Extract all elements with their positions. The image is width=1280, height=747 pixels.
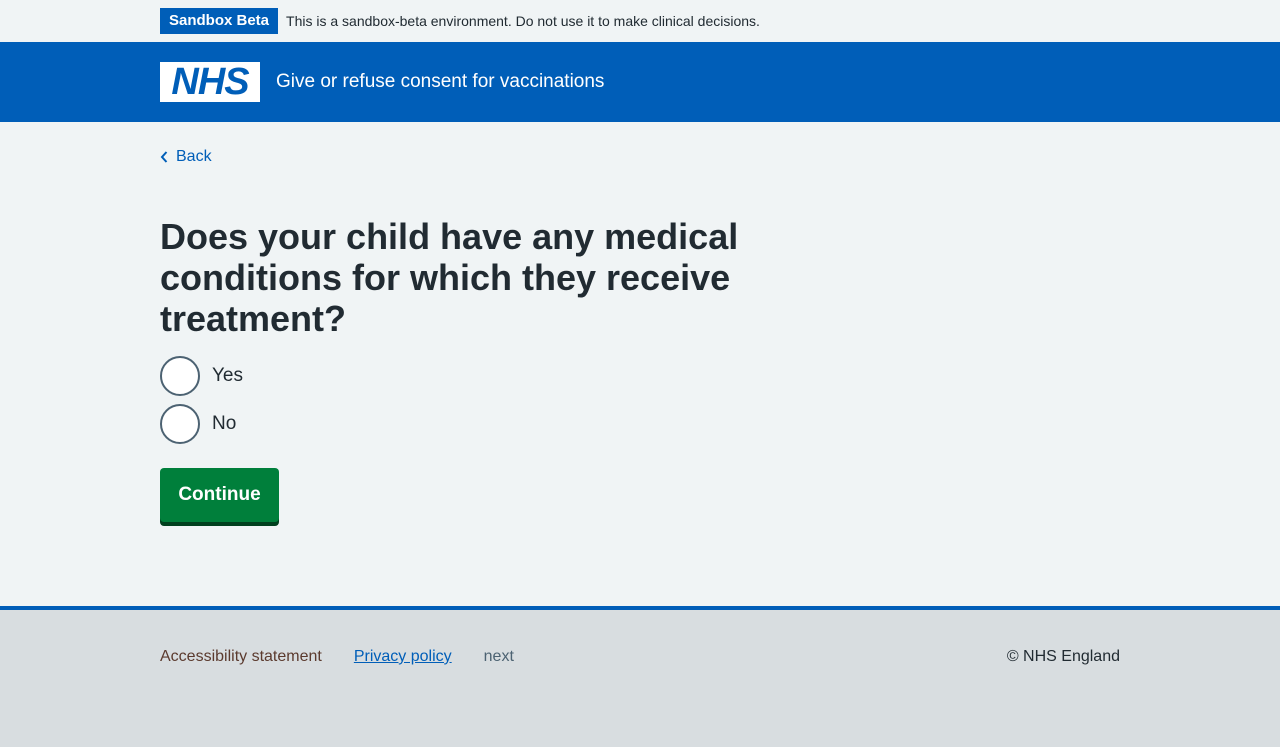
- back-link[interactable]: Back: [160, 148, 212, 166]
- footer-links: Accessibility statement Privacy policy n…: [160, 648, 514, 666]
- nhs-logo[interactable]: NHS: [160, 62, 260, 102]
- question-heading: Does your child have any medical conditi…: [160, 216, 739, 339]
- nhs-logo-text: NHS: [171, 61, 249, 103]
- back-link-label: Back: [176, 148, 212, 165]
- radio-label-yes[interactable]: Yes: [212, 365, 243, 387]
- footer-copyright: © NHS England: [1006, 648, 1120, 665]
- radio-label-no[interactable]: No: [212, 413, 236, 435]
- footer-link-next[interactable]: next: [484, 648, 514, 666]
- footer-link-accessibility[interactable]: Accessibility statement: [160, 648, 322, 666]
- continue-button[interactable]: Continue: [160, 468, 279, 522]
- radio-button-yes[interactable]: [160, 356, 200, 396]
- radio-button-no[interactable]: [160, 404, 200, 444]
- phase-banner: Sandbox Beta This is a sandbox-beta envi…: [0, 0, 1280, 42]
- header: NHS Give or refuse consent for vaccinati…: [0, 42, 1280, 122]
- service-name[interactable]: Give or refuse consent for vaccinations: [276, 71, 604, 93]
- footer: Accessibility statement Privacy policy n…: [0, 606, 1280, 747]
- radio-option-yes[interactable]: Yes: [160, 356, 243, 396]
- chevron-left-icon: [160, 151, 168, 163]
- phase-tag: Sandbox Beta: [160, 8, 279, 34]
- radio-option-no[interactable]: No: [160, 404, 236, 444]
- footer-link-privacy[interactable]: Privacy policy: [354, 648, 452, 666]
- phase-banner-text: This is a sandbox-beta environment. Do n…: [286, 13, 760, 29]
